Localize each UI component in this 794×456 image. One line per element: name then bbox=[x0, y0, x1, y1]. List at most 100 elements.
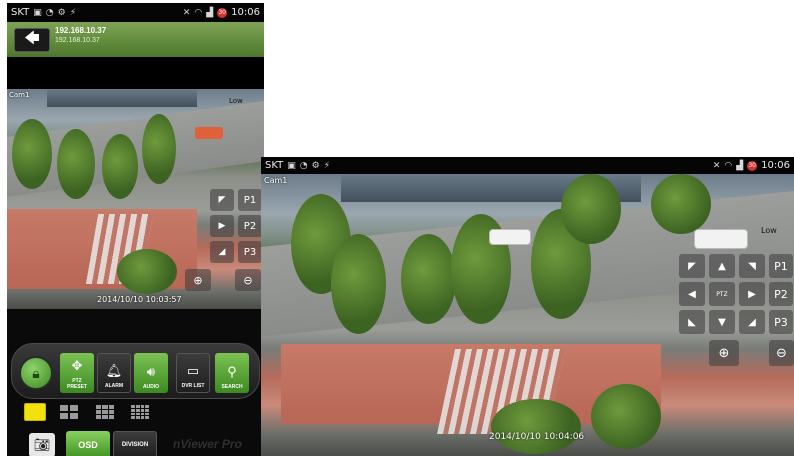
zoom-in-icon: ⊕ bbox=[718, 345, 730, 361]
signal-icon: ▟ bbox=[736, 160, 744, 171]
osd-button[interactable]: OSD bbox=[66, 431, 110, 456]
bell-icon: 🔔︎ bbox=[105, 363, 123, 378]
ptz-right-button[interactable]: ▶ bbox=[210, 215, 234, 237]
layout-1x1-button[interactable] bbox=[24, 403, 46, 421]
audio-label: AUDIO bbox=[142, 384, 160, 390]
camera-label: Cam1 bbox=[264, 176, 288, 185]
camera-view[interactable]: Cam1 Low ◤ P1 ▶ P2 ◢ P3 ⊕ ⊖ 2014/10/10 1… bbox=[7, 89, 264, 309]
quality-label: Low bbox=[229, 97, 243, 105]
wifi-icon: ◠ bbox=[194, 7, 203, 18]
arrow-up-left-icon: ◤ bbox=[218, 195, 226, 205]
portrait-phone-screen: SKT ▣ ◔ ⚙ ⚡ ✕ ◠ ▟ 30 10:06 🡄 192.168.10.… bbox=[7, 3, 264, 456]
mute-icon: ✕ bbox=[712, 160, 721, 171]
preset-label: P2 bbox=[774, 287, 788, 301]
layout-selector bbox=[7, 397, 264, 427]
battery-icon: 30 bbox=[747, 160, 758, 171]
zoom-out-button[interactable]: ⊖ bbox=[769, 340, 794, 366]
ptz-center-button[interactable]: PTZ bbox=[709, 282, 735, 306]
clock: 10:06 bbox=[761, 160, 790, 171]
image-notification-icon: ▣ bbox=[33, 7, 42, 18]
ptz-up-left-button[interactable]: ◤ bbox=[679, 254, 705, 278]
wifi-icon: ◠ bbox=[724, 160, 733, 171]
arrow-up-left-icon: ◤ bbox=[688, 260, 696, 272]
landscape-phone-screen: SKT ▣ ◔ ⚙ ⚡ ✕ ◠ ▟ 30 10:06 Cam1 Low ◤ ▲ … bbox=[261, 157, 794, 456]
flash-notification-icon: ⚡ bbox=[323, 160, 331, 171]
arrow-down-right-icon: ◢ bbox=[218, 247, 226, 257]
preset-label: P2 bbox=[243, 220, 257, 232]
lock-icon: 🔒︎ bbox=[32, 364, 40, 381]
ptz-right-button[interactable]: ▶ bbox=[739, 282, 765, 306]
arrow-left-icon: ◀ bbox=[688, 288, 696, 300]
arrow-right-icon: ▶ bbox=[218, 221, 226, 231]
ptz-down-button[interactable]: ▼ bbox=[709, 310, 735, 334]
preset-label: P3 bbox=[774, 315, 788, 329]
sync-notification-icon: ◔ bbox=[45, 7, 54, 18]
back-button[interactable]: 🡄 bbox=[14, 28, 50, 52]
ptz-up-left-button[interactable]: ◤ bbox=[210, 189, 234, 211]
speaker-icon: 🔊︎ bbox=[146, 364, 156, 379]
camera-label: Cam1 bbox=[9, 91, 30, 99]
ptz-center-label: PTZ bbox=[716, 290, 728, 298]
arrow-up-right-icon: ◥ bbox=[748, 260, 756, 272]
camera-view[interactable]: Cam1 Low ◤ ▲ ◥ P1 ◀ PTZ ▶ P2 ◣ ▼ ◢ P3 ⊕ … bbox=[261, 174, 794, 456]
division-button[interactable]: DIVISION bbox=[113, 431, 157, 456]
ptz-preset-3-button[interactable]: P3 bbox=[238, 241, 262, 263]
ptz-preset-2-button[interactable]: P2 bbox=[238, 215, 262, 237]
layout-4x4-button[interactable] bbox=[129, 403, 151, 421]
zoom-out-icon: ⊖ bbox=[776, 345, 787, 361]
settings-notification-icon: ⚙ bbox=[57, 7, 66, 18]
zoom-in-button[interactable]: ⊕ bbox=[185, 269, 211, 291]
sync-notification-icon: ◔ bbox=[299, 160, 308, 171]
search-icon: ⚲ bbox=[227, 364, 237, 379]
alarm-button[interactable]: 🔔︎ ALARM bbox=[97, 353, 131, 393]
dvr-list-button[interactable]: ▭ DVR LIST bbox=[176, 353, 210, 393]
ptz-down-left-button[interactable]: ◣ bbox=[679, 310, 705, 334]
battery-icon: 30 bbox=[217, 7, 228, 18]
carrier-label: SKT bbox=[265, 160, 284, 171]
settings-notification-icon: ⚙ bbox=[311, 160, 320, 171]
alarm-label: ALARM bbox=[104, 383, 124, 389]
grid-4x4-icon bbox=[129, 403, 151, 421]
ptz-up-button[interactable]: ▲ bbox=[709, 254, 735, 278]
title-bar: 🡄 192.168.10.37 192.168.10.37 bbox=[7, 22, 264, 57]
page-title: 192.168.10.37 bbox=[55, 26, 107, 35]
lock-button[interactable]: 🔒︎ bbox=[19, 356, 53, 390]
snapshot-button[interactable]: 📷︎ bbox=[29, 433, 55, 456]
ptz-preset-3-button[interactable]: P3 bbox=[769, 310, 793, 334]
page-subtitle: 192.168.10.37 bbox=[55, 37, 100, 44]
layout-3x3-button[interactable] bbox=[94, 403, 116, 421]
back-arrow-icon: 🡄 bbox=[24, 29, 40, 47]
ptz-up-right-button[interactable]: ◥ bbox=[739, 254, 765, 278]
audio-button[interactable]: 🔊︎ AUDIO bbox=[134, 353, 168, 393]
carrier-label: SKT bbox=[11, 7, 30, 18]
image-notification-icon: ▣ bbox=[287, 160, 296, 171]
camera-icon: 📷︎ bbox=[33, 437, 51, 452]
arrow-right-icon: ▶ bbox=[748, 288, 756, 300]
mute-icon: ✕ bbox=[182, 7, 191, 18]
grid-3x3-icon bbox=[94, 403, 116, 421]
ptz-preset-2-button[interactable]: P2 bbox=[769, 282, 793, 306]
control-panel: 🔒︎ ✥ PTZ PRESET 🔔︎ ALARM 🔊︎ AUDIO ▭ DVR … bbox=[7, 309, 264, 456]
ptz-preset-button[interactable]: ✥ PTZ PRESET bbox=[60, 353, 94, 393]
search-button[interactable]: ⚲ SEARCH bbox=[215, 353, 249, 393]
ptz-down-right-button[interactable]: ◢ bbox=[210, 241, 234, 263]
zoom-out-button[interactable]: ⊖ bbox=[235, 269, 261, 291]
ptz-left-button[interactable]: ◀ bbox=[679, 282, 705, 306]
clock: 10:06 bbox=[231, 7, 260, 18]
preset-label: P1 bbox=[243, 194, 257, 206]
status-bar: SKT ▣ ◔ ⚙ ⚡ ✕ ◠ ▟ 30 10:06 bbox=[261, 157, 794, 174]
bottom-actions: 📷︎ OSD DIVISION nViewer Pro bbox=[7, 427, 264, 456]
layout-2x2-button[interactable] bbox=[58, 403, 80, 421]
status-bar: SKT ▣ ◔ ⚙ ⚡ ✕ ◠ ▟ 30 10:06 bbox=[7, 3, 264, 22]
preset-label: P1 bbox=[774, 259, 788, 273]
dvr-icon: ▭ bbox=[186, 363, 200, 378]
zoom-in-button[interactable]: ⊕ bbox=[709, 340, 739, 366]
ptz-down-right-button[interactable]: ◢ bbox=[739, 310, 765, 334]
ptz-preset-1-button[interactable]: P1 bbox=[769, 254, 793, 278]
ptz-preset-1-button[interactable]: P1 bbox=[238, 189, 262, 211]
arrow-down-icon: ▼ bbox=[718, 316, 726, 328]
arrow-up-icon: ▲ bbox=[718, 260, 726, 272]
arrow-down-right-icon: ◢ bbox=[748, 316, 756, 328]
zoom-in-icon: ⊕ bbox=[193, 273, 203, 287]
preset-label: P3 bbox=[243, 246, 257, 258]
